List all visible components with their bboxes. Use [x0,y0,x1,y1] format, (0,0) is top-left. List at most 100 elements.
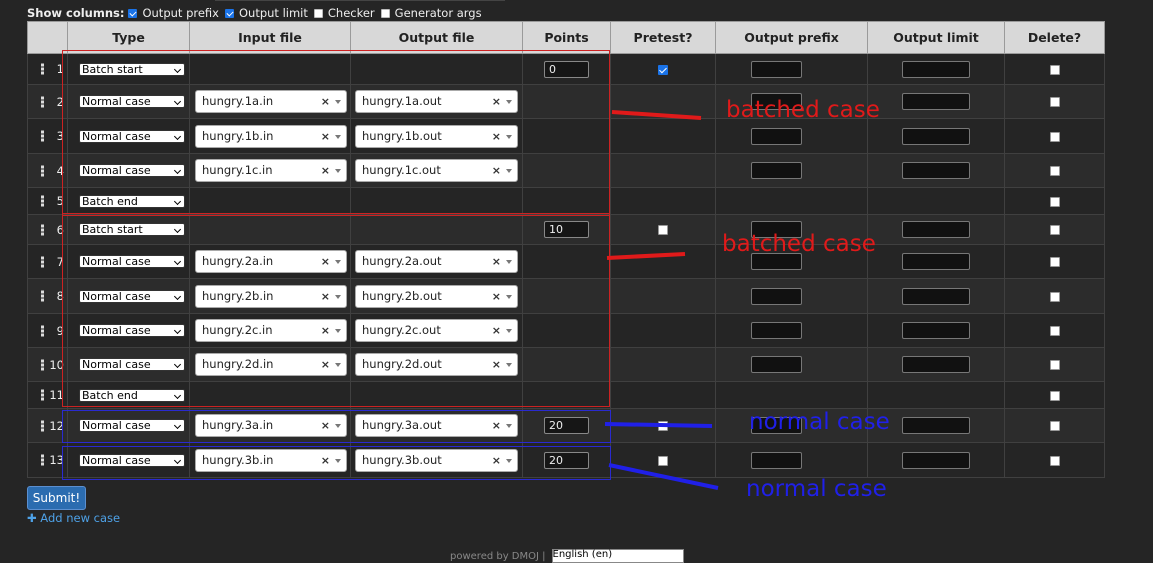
drag-handle-icon[interactable] [41,454,44,467]
show-column-option[interactable]: Generator args [380,6,482,20]
pretest-cell [610,244,716,279]
output-limit-cell [867,214,1005,245]
delete-cell [1004,381,1105,409]
pretest-checkbox[interactable] [658,64,668,75]
column-header: Type [67,21,190,54]
show-column-checkbox[interactable] [380,8,390,18]
column-header: Delete? [1004,21,1105,54]
pretest-checkbox[interactable] [658,421,668,431]
output-limit-input[interactable] [902,451,970,469]
output-limit-input[interactable] [902,93,970,110]
show-column-checkbox[interactable] [128,8,138,18]
show-column-checkbox[interactable] [224,8,234,18]
output-limit-input[interactable] [902,60,970,78]
drag-handle-icon[interactable] [41,130,44,143]
output-prefix-cell [715,118,868,154]
delete-cell [1004,347,1105,382]
annotation-label-4: normal case [746,476,887,502]
column-header: Output limit [867,21,1005,54]
footer: powered by DMOJ | English (en) [450,549,684,563]
show-column-option[interactable]: Checker [313,6,375,20]
output-prefix-input[interactable] [751,322,802,339]
output-prefix-cell [715,187,868,215]
output-prefix-input[interactable] [751,162,802,179]
output-prefix-input[interactable] [751,127,802,145]
output-limit-input[interactable] [902,417,970,434]
drag-handle-icon[interactable] [41,95,44,108]
annotation-label-1: batched case [726,97,880,123]
drag-handle-icon[interactable] [41,63,44,76]
delete-cell [1004,244,1105,279]
output-limit-input[interactable] [902,221,970,238]
add-new-case-link[interactable]: ✚ Add new case [27,511,120,525]
delete-checkbox[interactable] [1049,166,1060,176]
output-prefix-input[interactable] [751,356,802,373]
output-limit-input[interactable] [902,127,970,145]
output-limit-input[interactable] [902,356,970,373]
show-column-option[interactable]: Output prefix [128,6,219,20]
pretest-cell [610,84,716,119]
output-prefix-cell [715,442,868,478]
delete-cell [1004,442,1105,478]
delete-cell [1004,214,1105,245]
pretest-cell [610,347,716,382]
output-prefix-input[interactable] [751,60,802,78]
delete-checkbox[interactable] [1049,360,1060,370]
output-limit-cell [867,313,1005,348]
pretest-cell [610,313,716,348]
delete-cell [1004,408,1105,443]
drag-handle-icon[interactable] [41,358,44,371]
delete-checkbox[interactable] [1049,225,1060,235]
drag-handle-icon[interactable] [41,290,44,303]
delete-checkbox[interactable] [1049,64,1060,75]
output-limit-input[interactable] [902,253,970,270]
output-limit-input[interactable] [902,162,970,179]
output-prefix-input[interactable] [751,287,802,305]
show-column-label: Output limit [238,6,308,20]
pretest-cell [610,278,716,314]
language-select[interactable]: English (en) [551,549,684,563]
output-prefix-cell [715,153,868,188]
column-header [27,21,68,54]
output-prefix-input[interactable] [751,451,802,469]
show-column-label: Generator args [394,6,482,20]
pretest-checkbox[interactable] [658,455,668,466]
batch-highlight-box-2 [62,213,610,407]
delete-checkbox[interactable] [1049,326,1060,336]
delete-checkbox[interactable] [1049,390,1060,401]
drag-handle-icon[interactable] [41,419,44,432]
show-column-option[interactable]: Output limit [224,6,308,20]
delete-checkbox[interactable] [1049,97,1060,107]
delete-checkbox[interactable] [1049,257,1060,267]
delete-cell [1004,187,1105,215]
output-limit-cell [867,278,1005,314]
pretest-cell [610,153,716,188]
output-limit-cell [867,381,1005,409]
drag-handle-icon[interactable] [41,324,44,337]
delete-cell [1004,278,1105,314]
pretest-checkbox[interactable] [658,225,668,235]
output-limit-cell [867,187,1005,215]
delete-checkbox[interactable] [1049,291,1060,302]
output-limit-input[interactable] [902,322,970,339]
delete-checkbox[interactable] [1049,455,1060,466]
show-columns-bar: Show columns: Output prefix Output limit C… [27,5,488,21]
column-header: Points [522,21,611,54]
column-header: Output prefix [715,21,868,54]
delete-checkbox[interactable] [1049,131,1060,142]
column-header: Output file [350,21,523,54]
drag-handle-icon[interactable] [41,164,44,177]
drag-handle-icon[interactable] [41,223,44,236]
column-header: Input file [189,21,351,54]
pretest-cell [610,408,716,443]
delete-checkbox[interactable] [1049,196,1060,207]
drag-handle-icon[interactable] [41,195,44,208]
submit-button[interactable]: Submit! [27,486,86,510]
show-column-checkbox[interactable] [313,8,323,18]
drag-handle-icon[interactable] [41,389,44,402]
output-limit-input[interactable] [902,287,970,305]
output-limit-cell [867,84,1005,119]
delete-checkbox[interactable] [1049,421,1060,431]
drag-handle-icon[interactable] [41,255,44,268]
delete-cell [1004,118,1105,154]
